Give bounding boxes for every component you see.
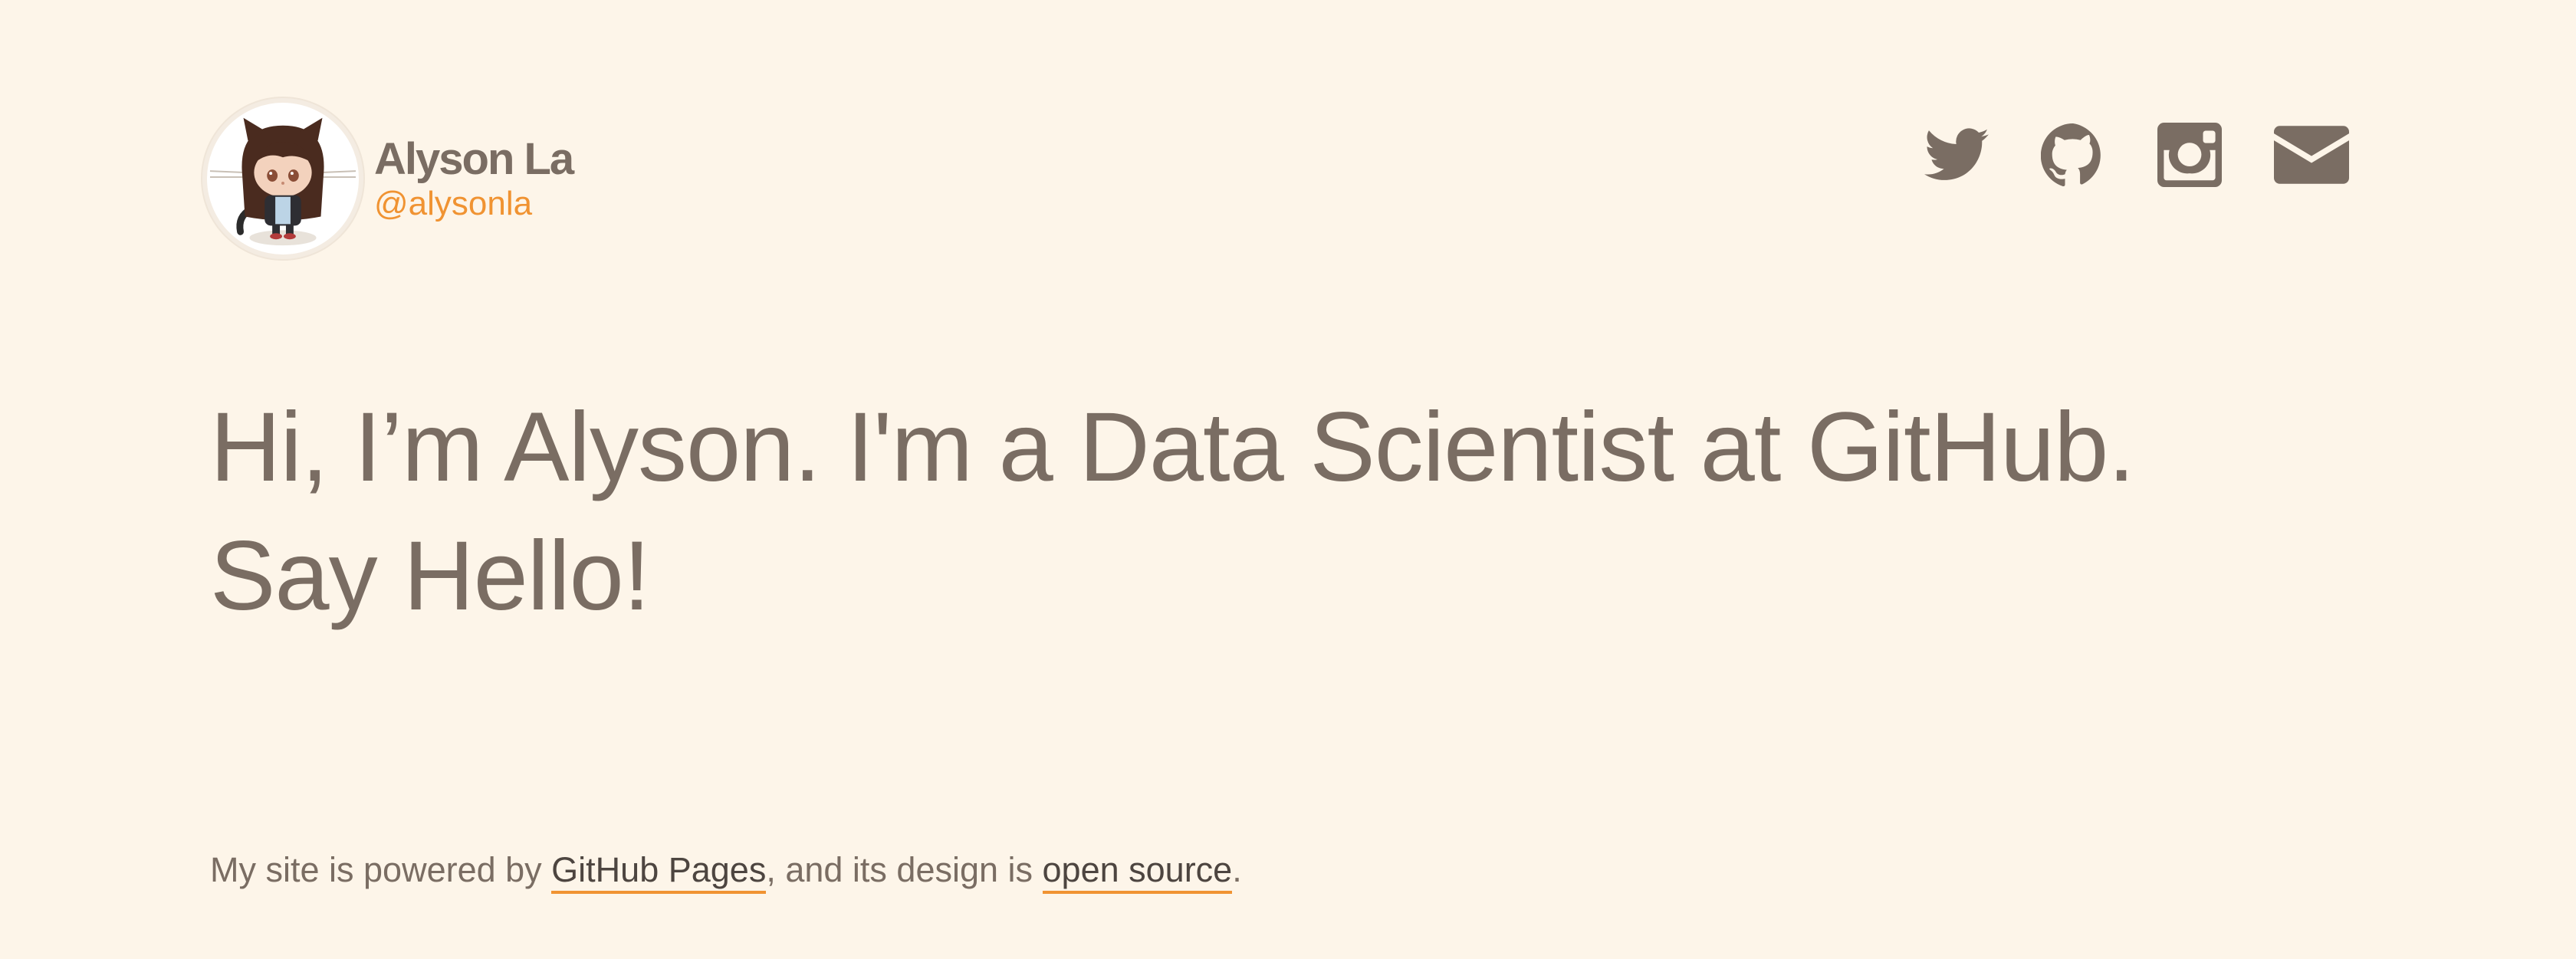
twitter-link[interactable] [1924, 127, 1989, 182]
profile-handle-link[interactable]: @alysonla [374, 185, 573, 223]
footer-middle: , and its design is [766, 850, 1043, 889]
footer-prefix: My site is powered by [210, 850, 552, 889]
github-pages-link[interactable]: GitHub Pages [551, 850, 767, 894]
open-source-link[interactable]: open source [1042, 850, 1233, 894]
profile-name: Alyson La [374, 134, 574, 184]
email-link[interactable] [2274, 125, 2349, 185]
social-links [1924, 123, 2349, 187]
footer-suffix: . [1232, 850, 1242, 889]
twitter-icon [1924, 128, 1989, 180]
octocat-avatar-icon [209, 117, 356, 246]
github-link[interactable] [2041, 123, 2105, 187]
intro-headline: Hi, I’m Alyson. I'm a Data Scientist at … [210, 392, 2135, 631]
instagram-link[interactable] [2157, 123, 2222, 187]
github-icon [2041, 123, 2101, 187]
site-footer: My site is powered by GitHub Pages, and … [210, 843, 1242, 897]
email-icon [2274, 126, 2349, 184]
instagram-icon [2157, 123, 2222, 187]
avatar[interactable] [202, 98, 363, 259]
name-block: Alyson La @alysonla [374, 134, 574, 223]
profile-header: Alyson La @alysonla [202, 98, 574, 259]
